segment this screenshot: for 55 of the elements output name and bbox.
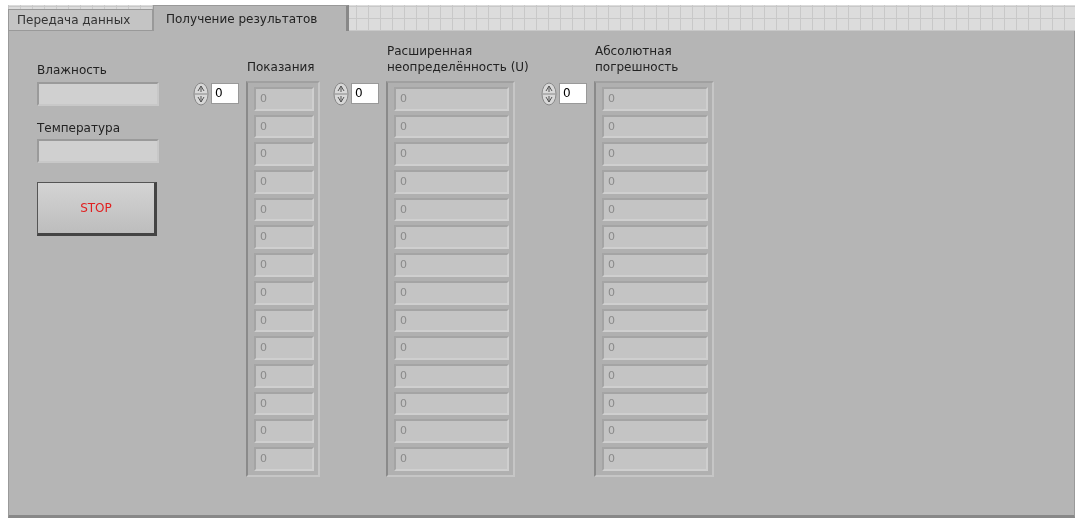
array-element: 0 xyxy=(254,336,314,360)
array-element: 0 xyxy=(394,363,509,388)
array-element: 0 xyxy=(394,280,509,305)
tab[interactable]: Передача данных xyxy=(8,9,153,31)
array-element: 0 xyxy=(254,391,314,416)
array-label: Расширенная неопределённость (U) xyxy=(387,43,530,75)
array-element: 0 xyxy=(602,225,708,250)
array-element: 0 xyxy=(394,87,509,111)
array-element: 0 xyxy=(602,114,708,139)
array-element: 0 xyxy=(394,391,509,416)
array-element: 0 xyxy=(254,308,314,333)
indicator-label: Температура xyxy=(37,120,121,137)
array-element: 0 xyxy=(602,170,708,194)
array-element: 0 xyxy=(254,114,314,139)
array-element: 0 xyxy=(254,142,314,167)
array-element: 0 xyxy=(254,253,314,277)
array-label: Показания xyxy=(247,59,315,75)
array-element: 0 xyxy=(602,253,708,277)
array-element: 0 xyxy=(254,197,314,222)
array-element: 0 xyxy=(254,225,314,250)
spinner-icon[interactable] xyxy=(193,82,209,106)
index-field[interactable]: 0 xyxy=(351,83,379,104)
array-element: 0 xyxy=(394,197,509,222)
array-element: 0 xyxy=(394,446,509,471)
indicator-label: Влажность xyxy=(37,62,107,79)
tab[interactable]: Получение результатов xyxy=(153,5,349,31)
array-element: 0 xyxy=(254,363,314,388)
array-element: 0 xyxy=(254,446,314,471)
array-element: 0 xyxy=(602,336,708,360)
spinner-icon[interactable] xyxy=(541,82,557,106)
array-element: 0 xyxy=(394,225,509,250)
array-element: 0 xyxy=(602,446,708,471)
index-field[interactable]: 0 xyxy=(559,83,587,104)
array-element: 0 xyxy=(602,308,708,333)
array-element: 0 xyxy=(602,391,708,416)
array-label: Абсолютная погрешность xyxy=(595,43,680,75)
array-element: 0 xyxy=(254,87,314,111)
array-element: 0 xyxy=(394,170,509,194)
array-element: 0 xyxy=(394,336,509,360)
array-element: 0 xyxy=(602,280,708,305)
array-element: 0 xyxy=(394,114,509,139)
array-element: 0 xyxy=(602,197,708,222)
array-element: 0 xyxy=(602,87,708,111)
array-element: 0 xyxy=(394,142,509,167)
array-element: 0 xyxy=(602,142,708,167)
index-field[interactable]: 0 xyxy=(211,83,239,104)
spinner-icon[interactable] xyxy=(333,82,349,106)
array-element: 0 xyxy=(254,170,314,194)
array-element: 0 xyxy=(394,419,509,443)
array-element: 0 xyxy=(254,419,314,443)
array-element: 0 xyxy=(602,363,708,388)
array-element: 0 xyxy=(254,280,314,305)
array-element: 0 xyxy=(394,253,509,277)
array-element: 0 xyxy=(602,419,708,443)
array-element: 0 xyxy=(394,308,509,333)
